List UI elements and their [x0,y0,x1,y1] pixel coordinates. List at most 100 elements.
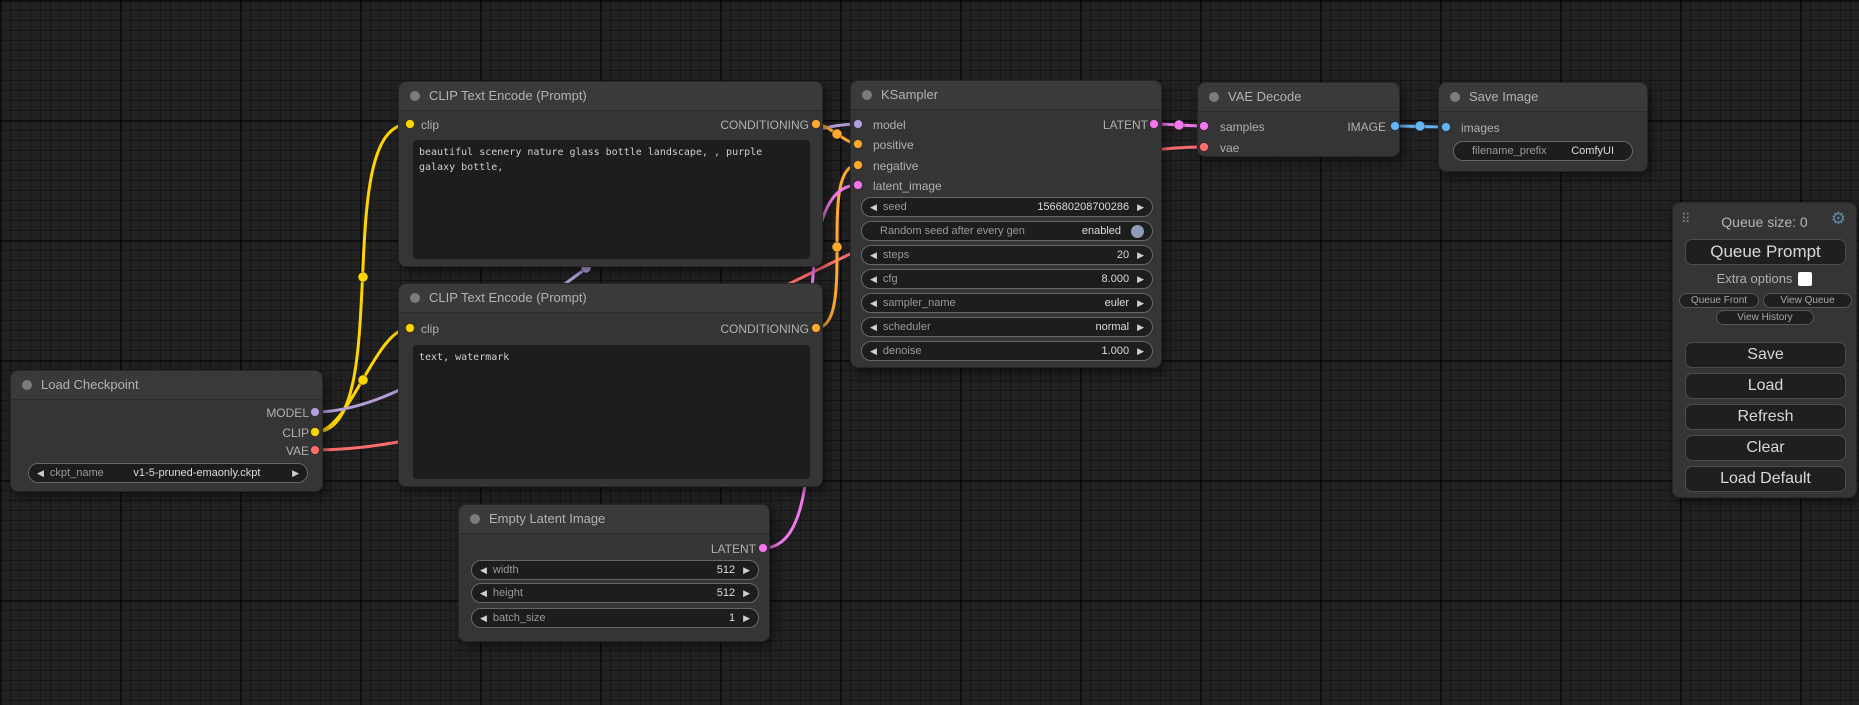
decrement-icon[interactable] [37,463,44,483]
collapse-dot-icon[interactable] [862,90,872,100]
sampler-name-widget[interactable]: sampler_name euler [861,293,1153,313]
seed-widget[interactable]: seed 156680208700286 [861,197,1153,217]
node-empty-latent-image[interactable]: Empty Latent Image LATENT width 512 heig… [458,504,770,642]
input-label-latent-image: latent_image [873,178,942,194]
output-label-latent: LATENT [1103,117,1148,133]
node-clip-text-encode-negative[interactable]: CLIP Text Encode (Prompt) clip CONDITION… [398,283,823,487]
output-label-model: MODEL [266,405,309,421]
height-widget[interactable]: height 512 [471,583,759,603]
input-label-model: model [873,117,906,133]
clear-button[interactable]: Clear [1685,435,1846,461]
load-button[interactable]: Load [1685,373,1846,399]
decrement-icon[interactable] [870,341,877,361]
refresh-button[interactable]: Refresh [1685,404,1846,430]
node-title: VAE Decode [1228,89,1301,104]
output-label-latent: LATENT [711,541,756,557]
ckpt-name-widget[interactable]: ckpt_name v1-5-pruned-emaonly.ckpt [28,463,308,483]
output-label-clip: CLIP [282,425,309,441]
wire-clip-to-positive-prompt [315,124,410,432]
input-label-negative: negative [873,158,918,174]
node-title-bar[interactable]: CLIP Text Encode (Prompt) [399,82,822,111]
prompt-textarea[interactable]: beautiful scenery nature glass bottle la… [413,140,810,259]
queue-prompt-button[interactable]: Queue Prompt [1685,239,1846,265]
link-dot [832,242,842,252]
increment-icon[interactable] [1137,341,1144,361]
link-dot [358,272,368,282]
batch-size-widget[interactable]: batch_size 1 [471,608,759,628]
cfg-widget[interactable]: cfg 8.000 [861,269,1153,289]
output-label-conditioning: CONDITIONING [720,117,809,133]
increment-icon[interactable] [1137,293,1144,313]
decrement-icon[interactable] [870,197,877,217]
queue-size-label: Queue size: 0 [1673,214,1856,230]
output-label-conditioning: CONDITIONING [720,321,809,337]
node-title-bar[interactable]: Load Checkpoint [11,371,322,400]
collapse-dot-icon[interactable] [1209,92,1219,102]
collapse-dot-icon[interactable] [22,380,32,390]
node-clip-text-encode-positive[interactable]: CLIP Text Encode (Prompt) clip CONDITION… [398,81,823,267]
decrement-icon[interactable] [870,293,877,313]
filename-prefix-widget[interactable]: filename_prefix ComfyUI [1453,141,1633,161]
decrement-icon[interactable] [480,608,487,628]
node-ksampler[interactable]: KSampler model positive negative latent_… [850,80,1162,368]
toggle-enabled-icon[interactable] [1131,225,1144,238]
increment-icon[interactable] [1137,317,1144,337]
width-widget[interactable]: width 512 [471,560,759,580]
load-default-button[interactable]: Load Default [1685,466,1846,492]
node-title-bar[interactable]: VAE Decode [1198,83,1399,112]
node-title-bar[interactable]: CLIP Text Encode (Prompt) [399,284,822,313]
widget-label: width [493,564,519,576]
node-title: KSampler [881,87,938,102]
node-vae-decode[interactable]: VAE Decode samples vae IMAGE [1197,82,1400,157]
increment-icon[interactable] [1137,197,1144,217]
decrement-icon[interactable] [870,317,877,337]
view-history-button[interactable]: View History [1716,310,1814,325]
increment-icon[interactable] [743,560,750,580]
comfyui-canvas[interactable]: { "colors": { "model": "#B39DDB", "clip"… [0,0,1859,705]
collapse-dot-icon[interactable] [410,91,420,101]
output-label-image: IMAGE [1347,119,1386,135]
view-queue-button[interactable]: View Queue [1763,293,1852,308]
widget-label: seed [883,201,907,213]
increment-icon[interactable] [1137,245,1144,265]
widget-value: normal [1095,321,1129,333]
widget-value: 20 [1117,249,1129,261]
decrement-icon[interactable] [480,583,487,603]
widget-label: cfg [883,273,898,285]
settings-gear-icon[interactable]: ⚙ [1831,210,1846,227]
decrement-icon[interactable] [870,245,877,265]
collapse-dot-icon[interactable] [410,293,420,303]
decrement-icon[interactable] [870,269,877,289]
denoise-widget[interactable]: denoise 1.000 [861,341,1153,361]
widget-value: v1-5-pruned-emaonly.ckpt [133,467,260,479]
node-save-image[interactable]: Save Image images filename_prefix ComfyU… [1438,82,1648,172]
widget-label: filename_prefix [1472,145,1547,157]
save-button[interactable]: Save [1685,342,1846,368]
node-title-bar[interactable]: Save Image [1439,83,1647,112]
extra-options-checkbox[interactable] [1798,272,1812,286]
widget-label: sampler_name [883,297,956,309]
steps-widget[interactable]: steps 20 [861,245,1153,265]
increment-icon[interactable] [743,583,750,603]
node-title: Save Image [1469,89,1538,104]
widget-value: 512 [717,564,735,576]
queue-front-button[interactable]: Queue Front [1679,293,1759,308]
increment-icon[interactable] [1137,269,1144,289]
increment-icon[interactable] [743,608,750,628]
scheduler-widget[interactable]: scheduler normal [861,317,1153,337]
widget-value: 1.000 [1102,345,1130,357]
collapse-dot-icon[interactable] [470,514,480,524]
prompt-textarea[interactable]: text, watermark [413,345,810,479]
node-load-checkpoint[interactable]: Load Checkpoint MODEL CLIP VAE ckpt_name… [10,370,323,492]
random-seed-widget[interactable]: Random seed after every gen enabled [861,221,1153,241]
node-title-bar[interactable]: Empty Latent Image [459,505,769,534]
widget-label: steps [883,249,909,261]
widget-label: denoise [883,345,922,357]
increment-icon[interactable] [292,463,299,483]
decrement-icon[interactable] [480,560,487,580]
collapse-dot-icon[interactable] [1450,92,1460,102]
link-dot [832,129,842,139]
node-title-bar[interactable]: KSampler [851,81,1161,110]
widget-value: euler [1105,297,1129,309]
node-title: Load Checkpoint [41,377,139,392]
